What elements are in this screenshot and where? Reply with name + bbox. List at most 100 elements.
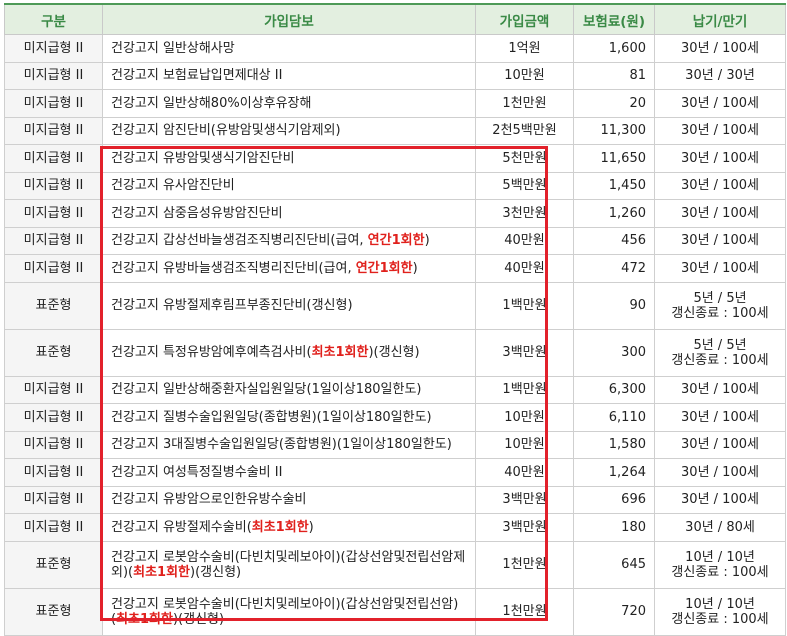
- row-term: 10년 / 10년 갱신종료 : 100세: [654, 587, 786, 636]
- row-coverage: 건강고지 보험료납입면제대상 II: [102, 61, 476, 90]
- row-amount: 3백만원: [475, 485, 574, 514]
- row-coverage: 건강고지 로봇암수술비(다빈치및레보아이)(갑상선암및전립선암제외)(최초1회한…: [102, 540, 476, 589]
- row-coverage: 건강고지 유방절제후림프부종진단비(갱신형): [102, 281, 476, 330]
- coverage-text: )(갱신형): [368, 345, 420, 360]
- row-premium: 20: [573, 89, 655, 118]
- coverage-text: ): [412, 260, 418, 276]
- header-coverage: 가입담보: [102, 3, 476, 35]
- row-coverage: 건강고지 일반상해사망: [102, 34, 476, 63]
- table-row: 미지급형 II 건강고지 암진단비(유방암및생식기암제외) 2천5백만원 11,300…: [4, 116, 786, 145]
- row-amount: 2천5백만원: [475, 116, 574, 145]
- coverage-limit-highlight: 최초1회한: [251, 519, 309, 535]
- row-term: 30년 / 100세: [654, 144, 786, 173]
- row-amount: 3천만원: [475, 199, 574, 228]
- coverage-text: 건강고지 유방바늘생검조직병리진단비(급여,: [111, 260, 356, 276]
- row-type: 미지급형 II: [4, 61, 103, 90]
- table-row: 표준형 건강고지 로봇암수술비(다빈치및레보아이)(갑상선암및전립선암)(최초1회…: [4, 587, 786, 636]
- row-amount: 3백만원: [475, 513, 574, 542]
- row-amount: 10만원: [475, 61, 574, 90]
- row-coverage: 건강고지 삼중음성유방암진단비: [102, 199, 476, 228]
- row-coverage: 건강고지 유방바늘생검조직병리진단비(급여, 연간1회한): [102, 254, 476, 283]
- row-premium: 11,650: [573, 144, 655, 173]
- row-premium: 180: [573, 513, 655, 542]
- row-type: 미지급형 II: [4, 513, 103, 542]
- row-premium: 6,110: [573, 403, 655, 432]
- table-row: 미지급형 II 건강고지 3대질병수술입원일당(종합병원)(1일이상180일한도)…: [4, 430, 786, 459]
- table-row: 미지급형 II 건강고지 일반상해사망 1억원 1,600 30년 / 100세: [4, 34, 786, 63]
- row-term: 30년 / 100세: [654, 116, 786, 145]
- coverage-text: 건강고지 갑상선바늘생검조직병리진단비(급여,: [111, 233, 368, 249]
- row-amount: 1천만원: [475, 89, 574, 118]
- row-premium: 11,300: [573, 116, 655, 145]
- row-premium: 472: [573, 254, 655, 283]
- coverage-text: 건강고지 유방절제수술비(: [111, 519, 252, 535]
- term-period: 5년 / 5년: [693, 290, 747, 306]
- row-premium: 81: [573, 61, 655, 90]
- row-type: 미지급형 II: [4, 116, 103, 145]
- row-amount: 1백만원: [475, 375, 574, 404]
- term-period: 10년 / 10년: [685, 549, 755, 565]
- row-premium: 720: [573, 587, 655, 636]
- row-premium: 456: [573, 226, 655, 255]
- row-type: 표준형: [4, 540, 103, 589]
- term-renewal-end: 갱신종료 : 100세: [671, 352, 769, 368]
- row-coverage: 건강고지 암진단비(유방암및생식기암제외): [102, 116, 476, 145]
- row-amount: 1천만원: [475, 540, 574, 589]
- row-type: 미지급형 II: [4, 89, 103, 118]
- row-amount: 3백만원: [475, 328, 574, 377]
- table-row: 미지급형 II 건강고지 유방암및생식기암진단비 5천만원 11,650 30년 / 1…: [4, 144, 786, 173]
- coverage-limit-highlight: 최초1회한: [116, 611, 173, 627]
- table-header-row: 구분 가입담보 가입금액 보험료(원) 납기/만기: [4, 3, 786, 35]
- row-type: 미지급형 II: [4, 199, 103, 228]
- row-premium: 1,580: [573, 430, 655, 459]
- row-type: 미지급형 II: [4, 226, 103, 255]
- row-coverage: 건강고지 일반상해80%이상후유장해: [102, 89, 476, 118]
- table-row: 미지급형 II 건강고지 유방암으로인한유방수술비 3백만원 696 30년 / 100…: [4, 485, 786, 514]
- row-coverage: 건강고지 유사암진단비: [102, 171, 476, 200]
- row-term: 5년 / 5년 갱신종료 : 100세: [654, 328, 786, 377]
- row-coverage: 건강고지 유방절제수술비(최초1회한): [102, 513, 476, 542]
- row-premium: 1,600: [573, 34, 655, 63]
- row-term: 30년 / 100세: [654, 254, 786, 283]
- table-row: 미지급형 II 건강고지 갑상선바늘생검조직병리진단비(급여, 연간1회한) 40만…: [4, 226, 786, 255]
- row-type: 미지급형 II: [4, 254, 103, 283]
- row-coverage: 건강고지 여성특정질병수술비 II: [102, 458, 476, 487]
- row-premium: 300: [573, 328, 655, 377]
- row-term: 30년 / 80세: [654, 513, 786, 542]
- row-premium: 645: [573, 540, 655, 589]
- row-premium: 6,300: [573, 375, 655, 404]
- header-amount: 가입금액: [475, 3, 574, 35]
- coverage-table: 구분 가입담보 가입금액 보험료(원) 납기/만기 미지급형 II 건강고지 일반…: [4, 3, 786, 636]
- table-row: 미지급형 II 건강고지 유방바늘생검조직병리진단비(급여, 연간1회한) 40만원…: [4, 254, 786, 283]
- row-amount: 40만원: [475, 254, 574, 283]
- table-row: 표준형 건강고지 유방절제후림프부종진단비(갱신형) 1백만원 90 5년 / 5년 갱신…: [4, 281, 786, 330]
- term-renewal-end: 갱신종료 : 100세: [671, 611, 769, 627]
- table-row: 표준형 건강고지 특정유방암예후예측검사비(최초1회한)(갱신형) 3백만원 300 5…: [4, 328, 786, 377]
- table-row: 미지급형 II 건강고지 유사암진단비 5백만원 1,450 30년 / 100세: [4, 171, 786, 200]
- row-coverage: 건강고지 유방암및생식기암진단비: [102, 144, 476, 173]
- coverage-text: ): [424, 233, 430, 249]
- row-premium: 1,450: [573, 171, 655, 200]
- term-period: 5년 / 5년: [693, 337, 747, 353]
- term-renewal-end: 갱신종료 : 100세: [671, 305, 769, 321]
- row-type: 미지급형 II: [4, 403, 103, 432]
- row-term: 30년 / 100세: [654, 89, 786, 118]
- row-term: 10년 / 10년 갱신종료 : 100세: [654, 540, 786, 589]
- row-type: 표준형: [4, 587, 103, 636]
- row-premium: 1,260: [573, 199, 655, 228]
- row-term: 30년 / 100세: [654, 403, 786, 432]
- row-type: 미지급형 II: [4, 375, 103, 404]
- header-term: 납기/만기: [654, 3, 786, 35]
- coverage-limit-highlight: 최초1회한: [133, 564, 190, 580]
- row-premium: 90: [573, 281, 655, 330]
- row-term: 30년 / 100세: [654, 171, 786, 200]
- row-amount: 5백만원: [475, 171, 574, 200]
- row-type: 미지급형 II: [4, 430, 103, 459]
- coverage-text: )(갱신형): [172, 611, 225, 627]
- row-type: 미지급형 II: [4, 485, 103, 514]
- coverage-text: ): [308, 519, 314, 535]
- row-term: 30년 / 100세: [654, 199, 786, 228]
- row-amount: 1억원: [475, 34, 574, 63]
- row-term: 30년 / 100세: [654, 458, 786, 487]
- row-coverage: 건강고지 일반상해중환자실입원일당(1일이상180일한도): [102, 375, 476, 404]
